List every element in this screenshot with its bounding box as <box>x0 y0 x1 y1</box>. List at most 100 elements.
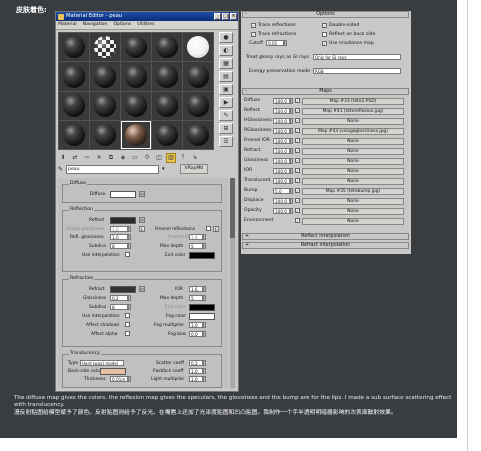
hilight-gloss-spinner[interactable] <box>128 226 131 232</box>
sample-slot[interactable] <box>90 62 120 91</box>
map-slot-button[interactable]: None <box>302 158 404 165</box>
go-forward-icon[interactable]: ↳ <box>190 153 200 163</box>
scrollbar-thumb[interactable] <box>230 178 235 238</box>
map-enable-checkbox[interactable]: ✓ <box>295 168 300 173</box>
sample-slot[interactable] <box>121 62 151 91</box>
affect-shadows-checkbox[interactable] <box>125 322 130 327</box>
map-slot-button[interactable]: None <box>302 118 404 125</box>
thickness-field[interactable]: 0.01m <box>110 376 128 382</box>
menu-material[interactable]: Material <box>58 21 77 29</box>
material-navigator-icon[interactable]: ☰ <box>219 136 233 147</box>
map-enable-checkbox[interactable]: ✓ <box>295 138 300 143</box>
cutoff-spinner[interactable] <box>284 40 287 46</box>
fog-bias-field[interactable]: 0.0 <box>189 331 203 337</box>
close-button[interactable]: × <box>230 13 237 20</box>
map-enable-checkbox[interactable]: ✓ <box>295 218 300 223</box>
refl-exit-color-swatch[interactable] <box>189 252 215 259</box>
map-slot-button[interactable]: None <box>302 198 404 205</box>
menu-utilities[interactable]: Utilities <box>137 21 154 29</box>
map-enable-checkbox[interactable]: ✓ <box>295 108 300 113</box>
trace-reflections-checkbox[interactable]: ✓ <box>251 23 256 28</box>
backlight-icon[interactable]: ◐ <box>219 45 233 56</box>
pick-material-icon[interactable]: ✎ <box>58 166 63 173</box>
map-amount-field[interactable]: 100.0 <box>273 98 290 104</box>
fresnel-lock-button[interactable]: L <box>213 226 219 232</box>
sample-slot[interactable] <box>59 62 89 91</box>
sample-slot[interactable] <box>90 120 120 149</box>
menu-navigation[interactable]: Navigation <box>83 21 108 29</box>
map-slot-button[interactable]: None <box>302 208 404 215</box>
light-mult-spinner[interactable] <box>203 376 206 382</box>
map-amount-field[interactable]: 100.0 <box>273 168 290 174</box>
map-enable-checkbox[interactable]: ✓ <box>295 188 300 193</box>
ior-spinner[interactable] <box>203 286 206 292</box>
map-amount-spinner[interactable] <box>290 148 293 154</box>
refl-gloss-spinner[interactable] <box>128 234 131 240</box>
map-amount-field[interactable]: 100.0 <box>273 138 290 144</box>
translucency-type-dropdown[interactable]: Hard (wax) model <box>80 360 124 366</box>
refract-map-button[interactable]: M <box>139 286 145 292</box>
cutoff-field[interactable]: 0.01 <box>266 40 284 46</box>
map-amount-field[interactable]: 100.0 <box>273 198 290 204</box>
material-type-button[interactable]: VRayMtl <box>179 164 209 174</box>
map-amount-spinner[interactable] <box>290 128 293 134</box>
make-unique-icon[interactable]: ◈ <box>118 153 128 163</box>
thickness-spinner[interactable] <box>128 376 131 382</box>
reflect-color-swatch[interactable] <box>110 217 136 224</box>
put-to-scene-icon[interactable]: ⇄ <box>70 153 80 163</box>
diffuse-color-swatch[interactable] <box>110 191 136 198</box>
material-effects-icon[interactable]: 0 <box>142 153 152 163</box>
refr-use-interp-checkbox[interactable] <box>125 313 130 318</box>
refr-subdivs-field[interactable]: 8 <box>110 304 128 310</box>
reset-map-icon[interactable]: ✕ <box>94 153 104 163</box>
show-end-result-icon[interactable]: ▥ <box>166 152 176 163</box>
map-amount-field[interactable]: 100.0 <box>273 148 290 154</box>
map-slot-button[interactable]: None <box>302 218 404 225</box>
map-enable-checkbox[interactable]: ✓ <box>295 198 300 203</box>
map-amount-field[interactable]: 100.0 <box>273 128 290 134</box>
go-to-parent-icon[interactable]: ⤒ <box>178 153 188 163</box>
map-enable-checkbox[interactable]: ✓ <box>295 118 300 123</box>
fresnel-ior-spinner[interactable] <box>203 234 206 240</box>
background-icon[interactable]: ▦ <box>219 58 233 69</box>
fwd-bck-coeff-spinner[interactable] <box>203 368 206 374</box>
map-slot-button[interactable]: Map #41 (tetereflexion.jpg) <box>302 108 404 115</box>
map-amount-spinner[interactable] <box>290 198 293 204</box>
light-mult-field[interactable]: 1.0 <box>189 376 203 382</box>
select-by-material-icon[interactable]: ⊞ <box>219 123 233 134</box>
fresnel-ior-field[interactable]: 1.6 <box>189 234 203 240</box>
dropdown-arrow-icon[interactable]: ▾ <box>162 166 165 172</box>
map-slot-button[interactable]: Map #35 (tetebump.jpg) <box>302 188 404 195</box>
trace-refractions-checkbox[interactable]: ✓ <box>251 32 256 37</box>
assign-material-icon[interactable]: ⇨ <box>82 153 92 163</box>
map-amount-spinner[interactable] <box>290 188 293 194</box>
map-enable-checkbox[interactable]: ✓ <box>295 98 300 103</box>
treat-glossy-dropdown[interactable]: Only for GI rays <box>313 54 401 60</box>
sample-slot[interactable] <box>121 120 151 149</box>
map-amount-spinner[interactable] <box>290 118 293 124</box>
sample-slot[interactable] <box>183 62 213 91</box>
refr-gloss-spinner[interactable] <box>128 295 131 301</box>
put-to-library-icon[interactable]: ▭ <box>130 153 140 163</box>
map-amount-spinner[interactable] <box>290 108 293 114</box>
refl-max-depth-field[interactable]: 5 <box>189 243 203 249</box>
sample-slot[interactable] <box>90 91 120 120</box>
fog-mult-spinner[interactable] <box>203 322 206 328</box>
map-amount-spinner[interactable] <box>290 178 293 184</box>
sample-slot[interactable] <box>59 120 89 149</box>
reflect-back-checkbox[interactable] <box>322 32 327 37</box>
minimize-button[interactable]: _ <box>214 13 221 20</box>
maximize-button[interactable]: □ <box>222 13 229 20</box>
video-color-check-icon[interactable]: ▣ <box>219 84 233 95</box>
map-amount-spinner[interactable] <box>290 98 293 104</box>
refract-color-swatch[interactable] <box>110 286 136 293</box>
sample-slot[interactable] <box>90 33 120 62</box>
map-enable-checkbox[interactable]: ✓ <box>295 148 300 153</box>
affect-alpha-checkbox[interactable] <box>125 331 130 336</box>
rollout-scrollbar[interactable] <box>230 178 235 388</box>
scatter-coeff-field[interactable]: 0.2 <box>189 360 203 366</box>
sample-slot[interactable] <box>59 33 89 62</box>
refract-interp-rollout[interactable]: + Refract interpolation <box>242 242 409 249</box>
map-slot-button[interactable]: None <box>302 168 404 175</box>
get-material-icon[interactable]: ⬆ <box>58 153 68 163</box>
